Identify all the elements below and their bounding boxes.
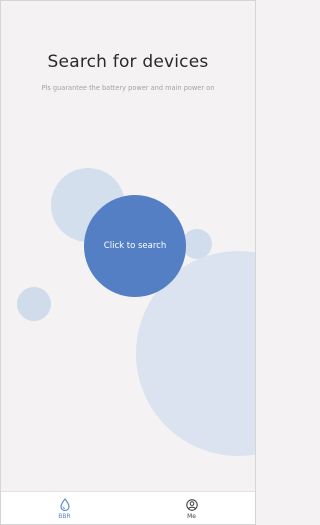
search-button[interactable]: Click to search	[84, 195, 186, 297]
bottom-tab-bar: BBR Me	[1, 491, 255, 524]
app-screen: Search for devices Pls guarantee the bat…	[0, 0, 256, 525]
tab-me-label: Me	[187, 512, 196, 520]
user-icon	[185, 498, 198, 511]
page-subtitle: Pls guarantee the battery power and main…	[41, 84, 215, 92]
tab-bbr[interactable]: BBR	[1, 492, 128, 524]
page-title: Search for devices	[47, 52, 209, 72]
drop-icon	[59, 498, 70, 511]
tab-me[interactable]: Me	[128, 492, 255, 524]
tab-bbr-label: BBR	[58, 513, 71, 520]
decorative-bubble	[17, 287, 51, 321]
